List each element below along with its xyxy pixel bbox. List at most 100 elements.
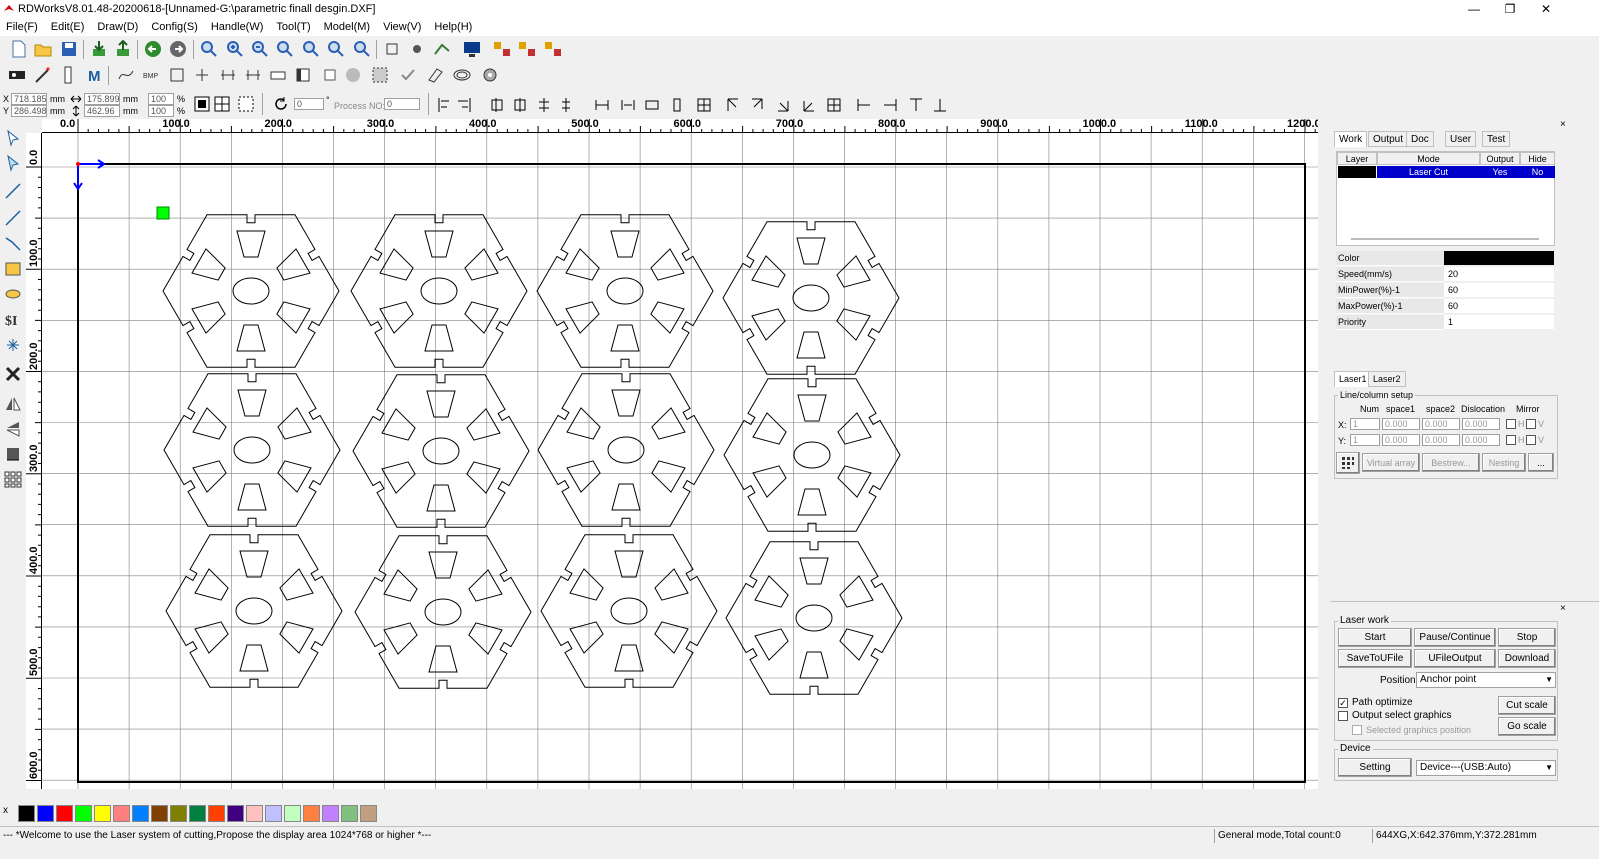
- check-tool-icon[interactable]: [398, 65, 418, 85]
- printer-icon[interactable]: [268, 65, 288, 85]
- laserwork-close-icon[interactable]: ×: [1560, 603, 1566, 614]
- align-toolbar[interactable]: [436, 96, 956, 114]
- tab-test[interactable]: Test: [1482, 131, 1511, 147]
- undo-icon[interactable]: [143, 39, 163, 59]
- ufile-output-button[interactable]: UFileOutput: [1414, 649, 1496, 668]
- hexagon-part[interactable]: [354, 535, 532, 689]
- lc-y-space1[interactable]: 0.000: [1382, 434, 1420, 446]
- selected-position-checkbox[interactable]: [1352, 725, 1362, 735]
- open-file-icon[interactable]: [33, 39, 53, 59]
- hexagon-part[interactable]: [540, 534, 718, 688]
- scale-y-input[interactable]: 100: [148, 105, 174, 117]
- hexagon-part[interactable]: [165, 534, 343, 688]
- export-icon[interactable]: [113, 39, 133, 59]
- lc-x-dislocation[interactable]: 0.000: [1462, 418, 1500, 430]
- import-icon[interactable]: [89, 39, 109, 59]
- layer-scrollbar[interactable]: [1351, 238, 1539, 240]
- model-m-icon[interactable]: M: [85, 65, 105, 85]
- hexagon-part[interactable]: [537, 373, 715, 527]
- prop-speed-value[interactable]: 20: [1444, 267, 1554, 282]
- zoom-window-icon[interactable]: [352, 39, 372, 59]
- palette-swatch[interactable]: [284, 805, 301, 822]
- tab-laser1[interactable]: Laser1: [1334, 371, 1372, 387]
- new-file-icon[interactable]: [9, 39, 29, 59]
- more-button[interactable]: ...: [1528, 453, 1554, 472]
- palette-swatch[interactable]: [75, 805, 92, 822]
- camera-icon[interactable]: [407, 39, 427, 59]
- curve-icon[interactable]: [116, 65, 136, 85]
- device-select[interactable]: Device---(USB:Auto) ▼: [1416, 760, 1556, 776]
- node-edit-icon[interactable]: [4, 154, 22, 172]
- x-position-input[interactable]: 718.185: [11, 93, 47, 105]
- tab-laser2[interactable]: Laser2: [1368, 371, 1406, 387]
- lc-x-mirror-h[interactable]: [1506, 419, 1516, 429]
- palette-swatch[interactable]: [265, 805, 282, 822]
- rotate-icon[interactable]: [271, 94, 291, 114]
- ellipse-tool-icon[interactable]: [4, 285, 22, 303]
- save-icon[interactable]: [59, 39, 79, 59]
- tab-output[interactable]: Output: [1368, 131, 1409, 147]
- menu-view[interactable]: View(V): [383, 21, 421, 33]
- lc-x-space2[interactable]: 0.000: [1422, 418, 1460, 430]
- process-no-input[interactable]: 0: [384, 98, 420, 110]
- monitor-icon[interactable]: [462, 39, 482, 59]
- restore-button[interactable]: ❐: [1491, 0, 1529, 18]
- path-icon[interactable]: [432, 39, 452, 59]
- prop-color-value[interactable]: [1444, 251, 1554, 266]
- align-icon-3[interactable]: [243, 65, 263, 85]
- delete-tool-icon[interactable]: [4, 365, 22, 383]
- array-icon-1[interactable]: [492, 39, 512, 59]
- start-button[interactable]: Start: [1338, 628, 1412, 647]
- virtual-array-button[interactable]: Virtual array: [1362, 453, 1420, 472]
- palette-swatch[interactable]: [170, 805, 187, 822]
- pause-continue-button[interactable]: Pause/Continue: [1414, 628, 1496, 647]
- palette-swatch[interactable]: [56, 805, 73, 822]
- palette-swatch[interactable]: [322, 805, 339, 822]
- align-icon-2[interactable]: [218, 65, 238, 85]
- palette-swatch[interactable]: [37, 805, 54, 822]
- rotate-tool-icon[interactable]: [4, 445, 22, 463]
- lc-y-mirror-h[interactable]: [1506, 435, 1516, 445]
- palette-swatch[interactable]: [18, 805, 35, 822]
- path-optimize-checkbox[interactable]: ✓: [1338, 698, 1348, 708]
- palette-swatch[interactable]: [189, 805, 206, 822]
- cut-scale-button[interactable]: Cut scale: [1498, 696, 1556, 715]
- text-tool-icon[interactable]: $I: [4, 310, 22, 328]
- stop-button[interactable]: Stop: [1498, 628, 1556, 647]
- checkbox-tool-icon[interactable]: [320, 65, 340, 85]
- menu-edit[interactable]: Edit(E): [51, 21, 85, 33]
- ruler-icon[interactable]: [58, 65, 78, 85]
- grid-select-icon[interactable]: [212, 94, 232, 114]
- magic-wand-icon[interactable]: [33, 65, 53, 85]
- array-icon-2[interactable]: [517, 39, 537, 59]
- y-position-input[interactable]: 286.498: [11, 105, 47, 117]
- design-canvas[interactable]: [42, 133, 1318, 789]
- rectangle-icon[interactable]: [167, 65, 187, 85]
- palette-clear-icon[interactable]: x: [3, 805, 8, 816]
- frame-icon[interactable]: [382, 39, 402, 59]
- height-input[interactable]: 462.96: [84, 105, 120, 117]
- scale-x-input[interactable]: 100: [148, 93, 174, 105]
- tab-doc[interactable]: Doc: [1406, 131, 1434, 147]
- align-icon-1[interactable]: [192, 65, 212, 85]
- zoom-out-icon[interactable]: [250, 39, 270, 59]
- prop-minpower-value[interactable]: 60: [1444, 283, 1554, 298]
- rectangle-tool-icon[interactable]: [4, 260, 22, 278]
- layer-hide[interactable]: No: [1520, 166, 1555, 178]
- tab-user[interactable]: User: [1445, 131, 1477, 147]
- mirror-h-icon[interactable]: [4, 395, 22, 413]
- menu-draw[interactable]: Draw(D): [97, 21, 138, 33]
- zoom-page-icon[interactable]: [275, 39, 295, 59]
- lc-x-space1[interactable]: 0.000: [1382, 418, 1420, 430]
- lc-y-mirror-v[interactable]: [1526, 435, 1536, 445]
- hexagon-part[interactable]: [163, 373, 341, 527]
- array-tool-icon[interactable]: [4, 470, 22, 488]
- palette-swatch[interactable]: [246, 805, 263, 822]
- array-grid-button[interactable]: [1336, 452, 1360, 474]
- prop-priority-value[interactable]: 1: [1444, 315, 1554, 330]
- hexagon-part[interactable]: [350, 214, 528, 368]
- palette-swatch[interactable]: [208, 805, 225, 822]
- hexagon-part[interactable]: [162, 214, 340, 368]
- palette-swatch[interactable]: [151, 805, 168, 822]
- lc-y-dislocation[interactable]: 0.000: [1462, 434, 1500, 446]
